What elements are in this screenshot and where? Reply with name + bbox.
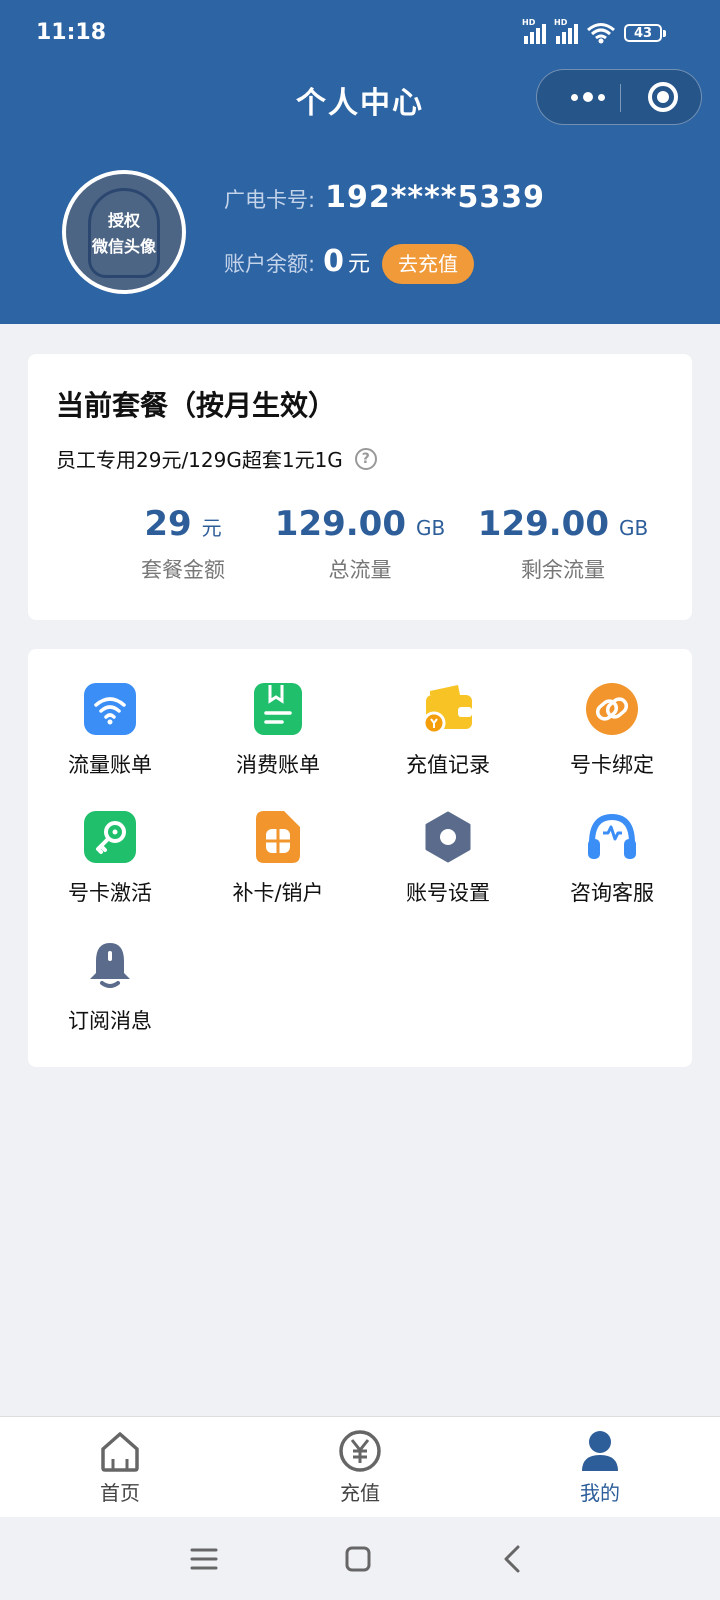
status-icons: HD HD 43	[522, 18, 666, 44]
menu-item-label: 账号设置	[406, 881, 490, 905]
menu-item-label: 号卡激活	[68, 881, 152, 905]
stat-value: 29	[144, 504, 192, 544]
tab-home[interactable]: 首页	[0, 1417, 240, 1517]
recharge-button[interactable]: 去充值	[381, 244, 474, 284]
stat-label: 总流量	[328, 558, 392, 582]
help-icon[interactable]: ?	[354, 447, 377, 470]
home-icon	[98, 1429, 142, 1473]
menu-item-customer-service[interactable]: 咨询客服	[542, 811, 682, 907]
status-time: 11:18	[36, 20, 107, 45]
menu-item-label: 号卡绑定	[570, 753, 654, 777]
battery-icon: 43	[624, 24, 666, 42]
menu-item-label: 咨询客服	[570, 881, 654, 905]
stat-unit: GB	[415, 516, 446, 540]
avatar-auth-text: 授权 微信头像	[91, 211, 156, 256]
yuan-coin-icon	[338, 1429, 382, 1473]
stat-unit: GB	[618, 516, 649, 540]
tab-label: 首页	[100, 1481, 140, 1505]
menu-item-label: 充值记录	[406, 753, 490, 777]
home-square-icon[interactable]	[338, 1539, 378, 1579]
stat-value: 129.00	[477, 504, 609, 544]
capsule-divider	[620, 84, 621, 112]
menu-item-replace-cancel[interactable]: 补卡/销户	[208, 811, 348, 907]
balance-row: 账户余额: 0 元 去充值	[224, 244, 474, 284]
close-target-icon[interactable]	[648, 82, 678, 112]
menu-item-label: 消费账单	[236, 753, 320, 777]
balance-label: 账户余额:	[224, 252, 316, 276]
menu-item-account-settings[interactable]: 账号设置	[378, 811, 518, 907]
header: 11:18 HD HD 43 个人中心 授权 微信头像 广电卡号: 192***…	[0, 0, 720, 324]
signal-icon: HD	[522, 18, 546, 44]
wifi-status-icon	[587, 23, 615, 44]
user-icon	[578, 1429, 622, 1473]
balance-value: 0	[323, 244, 344, 279]
signal-icon: HD	[554, 18, 578, 44]
menu-item-recharge-record[interactable]: 充值记录	[378, 683, 518, 779]
plan-name-row: 员工专用29元/129G超套1元1G ?	[56, 444, 377, 473]
balance-unit: 元	[347, 252, 370, 277]
miniprogram-capsule	[536, 69, 702, 125]
hexagon-settings-icon	[422, 811, 474, 863]
system-nav-bar	[0, 1517, 720, 1600]
tab-label: 充值	[340, 1481, 380, 1505]
headset-icon	[586, 811, 638, 863]
menu-icon[interactable]	[184, 1539, 224, 1579]
avatar[interactable]: 授权 微信头像	[62, 170, 186, 294]
stat-label: 剩余流量	[521, 558, 605, 582]
stat-unit: 元	[201, 516, 222, 540]
plan-card: 当前套餐（按月生效） 员工专用29元/129G超套1元1G ? 29 元 套餐金额…	[28, 354, 692, 620]
bookmark-doc-icon	[252, 683, 304, 735]
card-number-label: 广电卡号:	[224, 188, 316, 212]
menu-item-label: 补卡/销户	[232, 881, 324, 905]
plan-title: 当前套餐（按月生效）	[56, 389, 337, 422]
stat-total-data: 129.00 GB 总流量	[260, 504, 460, 584]
stat-remaining-data: 129.00 GB 剩余流量	[463, 504, 663, 584]
key-icon	[84, 811, 136, 863]
tab-bar: 首页 充值 我的	[0, 1416, 720, 1517]
stat-label: 套餐金额	[141, 558, 225, 582]
menu-item-label: 订阅消息	[68, 1009, 152, 1033]
wallet-coin-icon	[422, 683, 474, 735]
stat-value: 129.00	[274, 504, 406, 544]
back-icon[interactable]	[494, 1539, 534, 1579]
status-bar: 11:18 HD HD 43	[0, 0, 720, 70]
menu-card: 流量账单 消费账单 充值记录 号卡绑定 号卡激活 补卡/销户 账号设置 咨询客服…	[28, 649, 692, 1067]
tab-mine[interactable]: 我的	[480, 1417, 720, 1517]
sim-card-icon	[252, 811, 304, 863]
wifi-icon	[84, 683, 136, 735]
stat-plan-fee: 29 元 套餐金额	[83, 504, 283, 584]
plan-name: 员工专用29元/129G超套1元1G	[56, 448, 343, 472]
menu-item-card-activation[interactable]: 号卡激活	[40, 811, 180, 907]
tab-label: 我的	[580, 1481, 620, 1505]
tab-recharge[interactable]: 充值	[240, 1417, 480, 1517]
card-number-row: 广电卡号: 192****5339	[224, 180, 545, 215]
menu-item-subscribe-messages[interactable]: 订阅消息	[40, 939, 180, 1035]
card-number: 192****5339	[325, 180, 545, 215]
menu-item-card-binding[interactable]: 号卡绑定	[542, 683, 682, 779]
menu-item-data-bill[interactable]: 流量账单	[40, 683, 180, 779]
more-icon[interactable]	[559, 70, 617, 124]
menu-item-consumption-bill[interactable]: 消费账单	[208, 683, 348, 779]
bell-icon	[84, 939, 136, 991]
link-icon	[586, 683, 638, 735]
menu-item-label: 流量账单	[68, 753, 152, 777]
